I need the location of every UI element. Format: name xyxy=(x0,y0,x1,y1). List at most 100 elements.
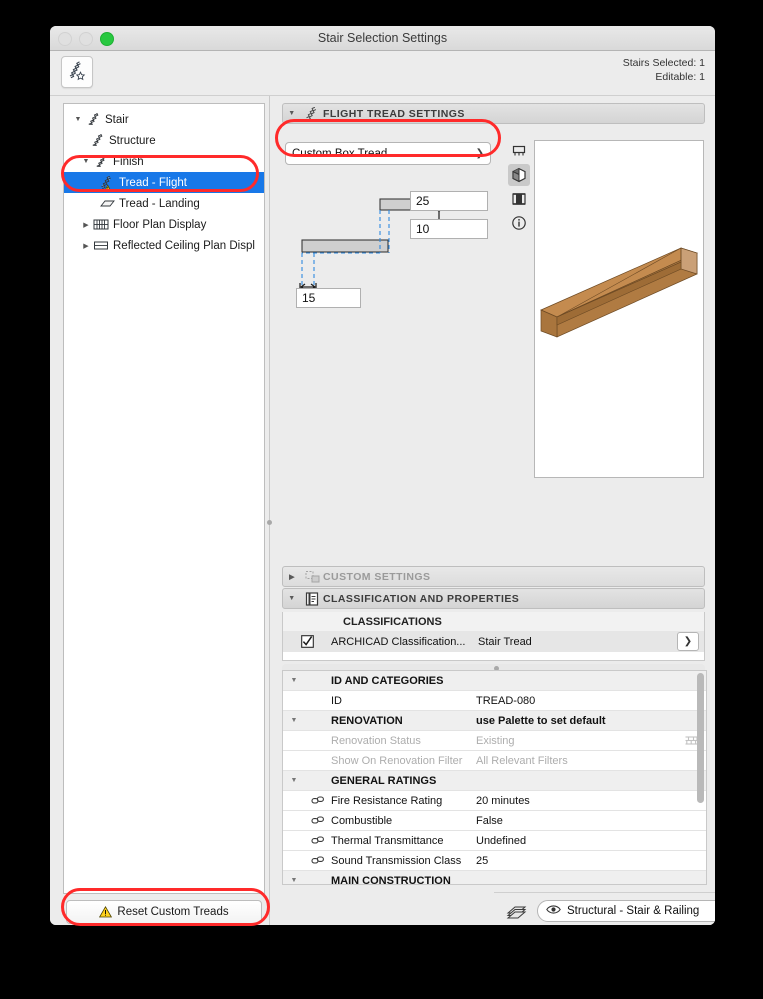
property-row[interactable]: Show On Renovation Filter All Relevant F… xyxy=(283,751,706,771)
sidebar-item-label: Tread - Flight xyxy=(119,176,187,189)
property-name: Renovation Status xyxy=(331,734,421,747)
window-title: Stair Selection Settings xyxy=(317,31,448,45)
classification-name: ARCHICAD Classification... xyxy=(331,635,466,648)
property-name: RENOVATION xyxy=(331,714,403,727)
layers-icon[interactable] xyxy=(506,903,527,919)
twisty-down-icon[interactable]: ▼ xyxy=(283,717,305,724)
sidebar-item-label: Finish xyxy=(113,155,144,168)
property-name: Sound Transmission Class xyxy=(331,854,462,867)
twisty-down-icon[interactable]: ▼ xyxy=(283,595,301,602)
property-row[interactable]: Sound Transmission Class 25 xyxy=(283,851,706,871)
property-name: Combustible xyxy=(331,814,393,827)
screenshot-root: Stair Selection Settings Stairs Selected… xyxy=(0,0,763,999)
property-value: 20 minutes xyxy=(476,794,530,807)
sidebar-item-structure[interactable]: Structure xyxy=(64,130,264,151)
sidebar-item-finish[interactable]: ▼ Finish xyxy=(64,151,264,172)
eye-icon xyxy=(546,904,561,918)
property-row[interactable]: Fire Resistance Rating 20 minutes xyxy=(283,791,706,811)
twisty-right-icon[interactable]: ▶ xyxy=(283,573,301,581)
properties-vscrollbar[interactable] xyxy=(697,673,704,803)
section-title: CUSTOM SETTINGS xyxy=(323,570,431,583)
reset-custom-treads-label: Reset Custom Treads xyxy=(117,906,229,918)
zoom-button[interactable] xyxy=(100,32,114,46)
properties-table[interactable]: ▼ ID AND CATEGORIES ID TREAD-080 ▼ RENOV… xyxy=(282,670,707,885)
sidebar-item-tread-flight[interactable]: Tread - Flight xyxy=(64,172,264,193)
twisty-right-icon[interactable]: ▶ xyxy=(80,221,92,229)
twisty-down-icon[interactable]: ▼ xyxy=(283,877,305,884)
section-title: FLIGHT TREAD SETTINGS xyxy=(323,107,465,120)
classification-checkbox[interactable] xyxy=(283,635,331,648)
section-view-icon[interactable] xyxy=(508,188,530,210)
twisty-down-icon[interactable]: ▼ xyxy=(283,677,305,684)
classification-open-button[interactable]: ❯ xyxy=(677,632,699,651)
sidebar-item-tread-landing[interactable]: Tread - Landing xyxy=(64,193,264,214)
property-name: ID AND CATEGORIES xyxy=(331,674,444,687)
preview-mode-icons xyxy=(508,140,530,236)
property-name: MAIN CONSTRUCTION xyxy=(331,874,451,885)
flight-tread-settings-header[interactable]: ▼ FLIGHT TREAD SETTINGS xyxy=(282,103,705,124)
property-value: False xyxy=(476,814,503,827)
link-icon xyxy=(305,855,331,866)
tread-landing-icon xyxy=(98,198,116,210)
classifications-box: CLASSIFICATIONS ARCHICAD Classification.… xyxy=(282,612,705,673)
chevron-right-icon[interactable]: ❯ xyxy=(476,148,484,159)
sidebar-item-stair[interactable]: ▼ Stair xyxy=(64,109,264,130)
property-row[interactable]: ID TREAD-080 xyxy=(283,691,706,711)
3d-view-icon[interactable] xyxy=(508,164,530,186)
property-group-row[interactable]: ▼ ID AND CATEGORIES xyxy=(283,671,706,691)
sidebar-item-floor-plan-display[interactable]: ▶ Floor Plan Display xyxy=(64,214,264,235)
link-icon xyxy=(305,795,331,806)
sidebar-item-reflected-ceiling-plan[interactable]: ▶ Reflected Ceiling Plan Displ xyxy=(64,235,264,256)
twisty-down-icon[interactable]: ▼ xyxy=(72,116,84,123)
tread-overhang-input[interactable]: 15 xyxy=(296,288,361,308)
twisty-down-icon[interactable]: ▼ xyxy=(283,110,301,117)
info-icon[interactable] xyxy=(508,212,530,234)
stairs-selected-label: Stairs Selected: 1 xyxy=(622,57,705,69)
classification-row[interactable]: ARCHICAD Classification... Stair Tread ❯ xyxy=(282,631,705,652)
property-name: Show On Renovation Filter xyxy=(331,754,463,767)
property-value: All Relevant Filters xyxy=(476,754,568,767)
property-name: GENERAL RATINGS xyxy=(331,774,437,787)
custom-settings-header[interactable]: ▶ CUSTOM SETTINGS xyxy=(282,566,705,587)
panel-divider xyxy=(269,96,270,925)
settings-tree[interactable]: ▼ Stair Structure ▼ Finish Tread - Fligh… xyxy=(63,103,265,894)
tread-thickness-value: 25 xyxy=(416,194,430,208)
tread-type-combobox[interactable]: Custom Box Tread ❯ xyxy=(285,142,491,165)
dialog-footer: Structural - Stair & Railing ❯ Cancel OK xyxy=(494,892,715,925)
top-view-icon[interactable] xyxy=(508,140,530,162)
property-value: Undefined xyxy=(476,834,527,847)
flight-tread-body: Custom Box Tread ❯ 25 10 15 xyxy=(272,124,715,478)
flight-tread-icon xyxy=(301,107,323,120)
minimize-button[interactable] xyxy=(79,32,93,46)
close-button[interactable] xyxy=(58,32,72,46)
property-value: Existing xyxy=(476,734,515,747)
twisty-down-icon[interactable]: ▼ xyxy=(283,777,305,784)
reflected-ceiling-plan-icon xyxy=(92,239,110,252)
twisty-down-icon[interactable]: ▼ xyxy=(80,158,92,165)
classification-value: Stair Tread xyxy=(478,635,532,648)
sidebar-item-label: Floor Plan Display xyxy=(113,218,207,231)
favorites-button[interactable] xyxy=(61,56,93,88)
property-group-row[interactable]: ▼ RENOVATION use Palette to set default xyxy=(283,711,706,731)
3d-preview[interactable] xyxy=(534,140,704,478)
reset-custom-treads-button[interactable]: Reset Custom Treads xyxy=(66,900,262,924)
property-name: Fire Resistance Rating xyxy=(331,794,443,807)
property-value: use Palette to set default xyxy=(476,714,606,727)
tread-3d-model xyxy=(540,247,698,338)
tread-nosing-input[interactable]: 10 xyxy=(410,219,488,239)
tread-type-value: Custom Box Tread xyxy=(292,147,388,160)
property-group-row[interactable]: ▼ GENERAL RATINGS xyxy=(283,771,706,791)
property-row[interactable]: Renovation Status Existing xyxy=(283,731,706,751)
twisty-right-icon[interactable]: ▶ xyxy=(80,242,92,250)
stair-selection-settings-window: Stair Selection Settings Stairs Selected… xyxy=(50,26,715,925)
floor-plan-display-icon xyxy=(92,218,110,231)
tread-nosing-value: 10 xyxy=(416,222,430,236)
tread-thickness-input[interactable]: 25 xyxy=(410,191,488,211)
classification-and-properties-header[interactable]: ▼ CLASSIFICATION AND PROPERTIES xyxy=(282,588,705,609)
classifications-footer xyxy=(282,652,705,661)
classifications-header: CLASSIFICATIONS xyxy=(282,612,705,631)
property-row[interactable]: Thermal Transmittance Undefined xyxy=(283,831,706,851)
property-group-row[interactable]: ▼ MAIN CONSTRUCTION xyxy=(283,871,706,885)
layer-combobox[interactable]: Structural - Stair & Railing ❯ xyxy=(537,899,715,922)
property-row[interactable]: Combustible False xyxy=(283,811,706,831)
